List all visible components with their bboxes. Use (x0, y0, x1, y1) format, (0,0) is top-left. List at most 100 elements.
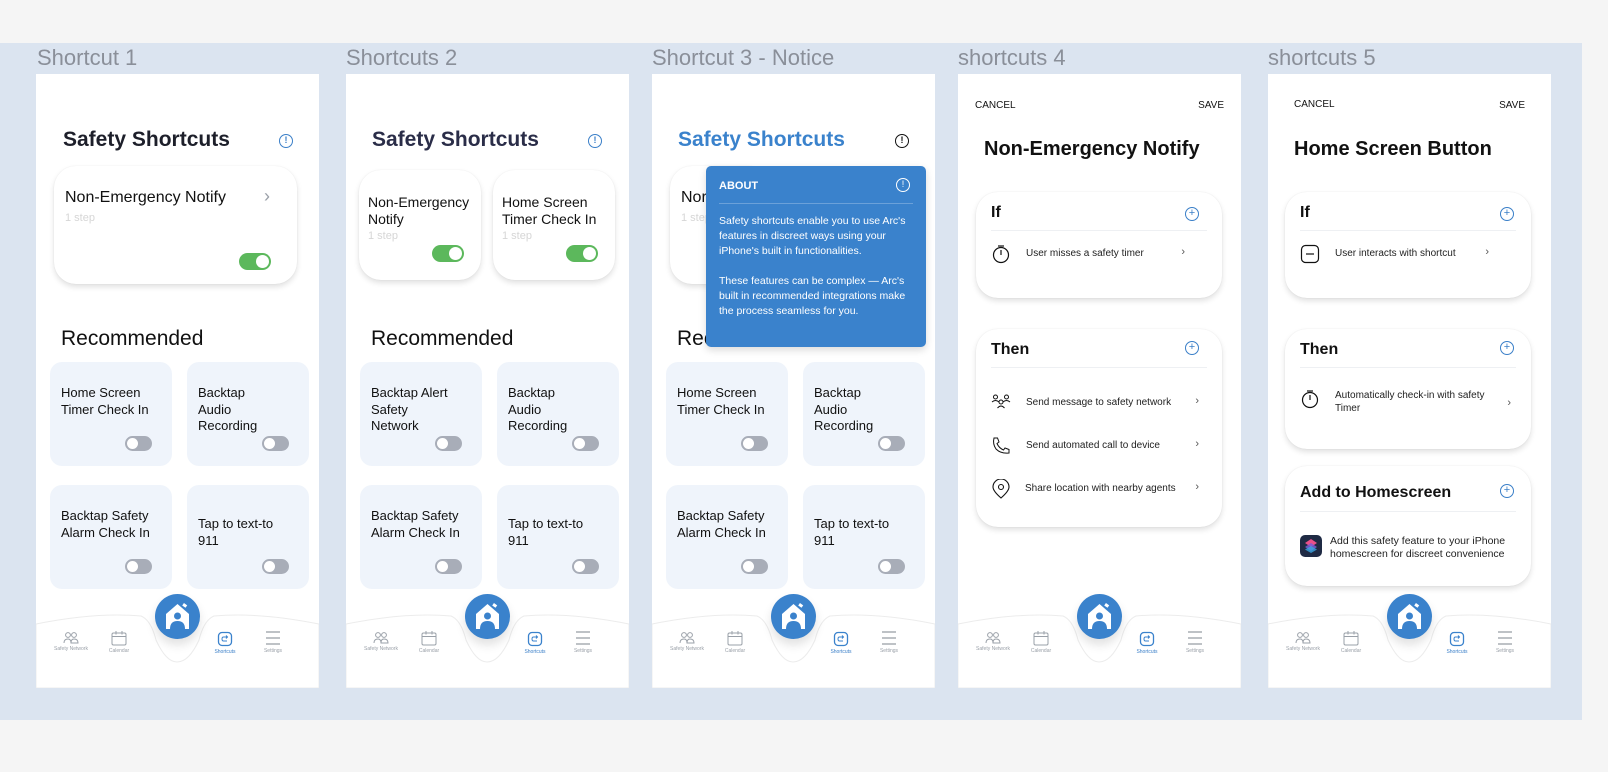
save-button[interactable]: SAVE (1198, 100, 1224, 111)
nav-shortcuts[interactable]: Shortcuts (1132, 631, 1162, 655)
tile-toggle[interactable] (262, 559, 289, 574)
nav-shortcuts[interactable]: Shortcuts (520, 631, 550, 655)
tile-toggle[interactable] (435, 559, 462, 574)
tile-toggle[interactable] (878, 436, 905, 451)
recommended-tile[interactable]: Tap to text-to 911 (497, 485, 619, 589)
recommended-tile[interactable]: Backtap Audio Recording (187, 362, 309, 466)
shortcut-toggle[interactable] (239, 253, 271, 270)
add-action-icon[interactable]: + (1500, 341, 1514, 355)
action-row[interactable]: Send message to safety network › (991, 390, 1207, 416)
screen-shortcuts-4: CANCEL SAVE Non-Emergency Notify If + Us… (958, 74, 1241, 688)
nav-safety-network[interactable]: Safety Network (976, 632, 1010, 652)
nav-label: Calendar (1340, 648, 1362, 654)
tile-toggle[interactable] (878, 559, 905, 574)
condition-row[interactable]: User interacts with shortcut › (1300, 241, 1516, 267)
if-heading: If (991, 204, 1001, 221)
nav-label: Safety Network (364, 646, 398, 652)
frame-label-5[interactable]: shortcuts 5 (1268, 45, 1376, 71)
add-condition-icon[interactable]: + (1185, 207, 1199, 221)
recommended-tile[interactable]: Backtap Alert Safety Network (360, 362, 482, 466)
nav-shortcuts[interactable]: Shortcuts (210, 631, 240, 655)
recommended-tile[interactable]: Tap to text-to 911 (187, 485, 309, 589)
nav-safety-network[interactable]: Safety Network (1286, 632, 1320, 652)
nav-label: Calendar (108, 648, 130, 654)
info-icon[interactable]: ! (895, 134, 909, 148)
tile-toggle[interactable] (435, 436, 462, 451)
shortcut-toggle[interactable] (566, 245, 598, 262)
nav-label: Shortcuts (214, 649, 236, 655)
nav-settings[interactable]: Settings (1490, 630, 1520, 654)
nav-calendar[interactable]: Calendar (414, 630, 444, 654)
frame-label-3[interactable]: Shortcut 3 - Notice (652, 45, 834, 71)
action-row[interactable]: Automatically check-in with safety Timer… (1300, 386, 1516, 418)
nav-label: Shortcuts (830, 649, 852, 655)
cancel-button[interactable]: CANCEL (975, 100, 1016, 111)
save-button[interactable]: SAVE (1499, 100, 1525, 111)
nav-settings[interactable]: Settings (1180, 630, 1210, 654)
recommended-tile[interactable]: Home Screen Timer Check In (666, 362, 788, 466)
info-icon[interactable]: ! (588, 134, 602, 148)
nav-settings[interactable]: Settings (258, 630, 288, 654)
home-button[interactable] (465, 594, 510, 639)
tile-toggle[interactable] (125, 559, 152, 574)
tile-toggle[interactable] (741, 559, 768, 574)
frame-label-1[interactable]: Shortcut 1 (37, 45, 137, 71)
shortcut-title: Non-Emergency Notify (368, 194, 470, 227)
tile-toggle[interactable] (741, 436, 768, 451)
homescreen-row[interactable]: Add this safety feature to your iPhone h… (1300, 533, 1516, 563)
nav-calendar[interactable]: Calendar (1336, 630, 1366, 654)
condition-row[interactable]: User misses a safety timer › (991, 241, 1207, 267)
action-row[interactable]: Share location with nearby agents › (991, 476, 1207, 502)
then-section: Then + Send message to safety network › … (976, 329, 1222, 527)
tile-toggle[interactable] (572, 436, 599, 451)
nav-label: Settings (879, 648, 899, 654)
nav-safety-network[interactable]: Safety Network (364, 632, 398, 652)
recommended-tile[interactable]: Backtap Safety Alarm Check In (360, 485, 482, 589)
home-button[interactable] (155, 594, 200, 639)
home-button[interactable] (1387, 594, 1432, 639)
info-icon[interactable]: ! (896, 178, 910, 192)
people-icon (373, 632, 389, 644)
tile-label: Tap to text-to 911 (198, 516, 274, 548)
tile-toggle[interactable] (125, 436, 152, 451)
add-action-icon[interactable]: + (1185, 341, 1199, 355)
recommended-tile[interactable]: Backtap Audio Recording (497, 362, 619, 466)
nav-shortcuts[interactable]: Shortcuts (826, 631, 856, 655)
tile-toggle[interactable] (262, 436, 289, 451)
nav-shortcuts[interactable]: Shortcuts (1442, 631, 1472, 655)
shortcut-icon (1449, 631, 1465, 647)
action-row[interactable]: Send automated call to device › (991, 433, 1207, 459)
home-button[interactable] (771, 594, 816, 639)
nav-safety-network[interactable]: Safety Network (54, 632, 88, 652)
recommended-tile[interactable]: Backtap Safety Alarm Check In (666, 485, 788, 589)
frame-label-2[interactable]: Shortcuts 2 (346, 45, 457, 71)
nav-settings[interactable]: Settings (568, 630, 598, 654)
home-person-icon (166, 603, 189, 629)
info-icon[interactable]: ! (279, 134, 293, 148)
recommended-tile[interactable]: Home Screen Timer Check In (50, 362, 172, 466)
recommended-tile[interactable]: Backtap Safety Alarm Check In (50, 485, 172, 589)
shortcut-card-home-screen-timer[interactable]: Home Screen Timer Check In 1 step (493, 170, 615, 280)
frame-label-4[interactable]: shortcuts 4 (958, 45, 1066, 71)
home-button[interactable] (1077, 594, 1122, 639)
nav-calendar[interactable]: Calendar (1026, 630, 1056, 654)
chevron-right-icon[interactable]: › (264, 186, 270, 207)
nav-safety-network[interactable]: Safety Network (670, 632, 704, 652)
add-homescreen-icon[interactable]: + (1500, 484, 1514, 498)
cancel-button[interactable]: CANCEL (1294, 99, 1335, 110)
nav-settings[interactable]: Settings (874, 630, 904, 654)
tile-toggle[interactable] (572, 559, 599, 574)
add-condition-icon[interactable]: + (1500, 207, 1514, 221)
nav-calendar[interactable]: Calendar (720, 630, 750, 654)
chevron-right-icon: › (1485, 246, 1489, 258)
add-to-homescreen-section: Add to Homescreen + Add this safety feat… (1285, 466, 1531, 586)
nav-calendar[interactable]: Calendar (104, 630, 134, 654)
recommended-tile[interactable]: Backtap Audio Recording (803, 362, 925, 466)
people-icon (679, 632, 695, 644)
recommended-heading: Recommended (61, 327, 204, 350)
shortcut-card-non-emergency[interactable]: Non-Emergency Notify 1 step › (54, 166, 297, 284)
recommended-tile[interactable]: Tap to text-to 911 (803, 485, 925, 589)
shortcut-card-non-emergency[interactable]: Non-Emergency Notify 1 step (359, 170, 481, 280)
chevron-right-icon: › (1507, 397, 1511, 409)
shortcut-toggle[interactable] (432, 245, 464, 262)
